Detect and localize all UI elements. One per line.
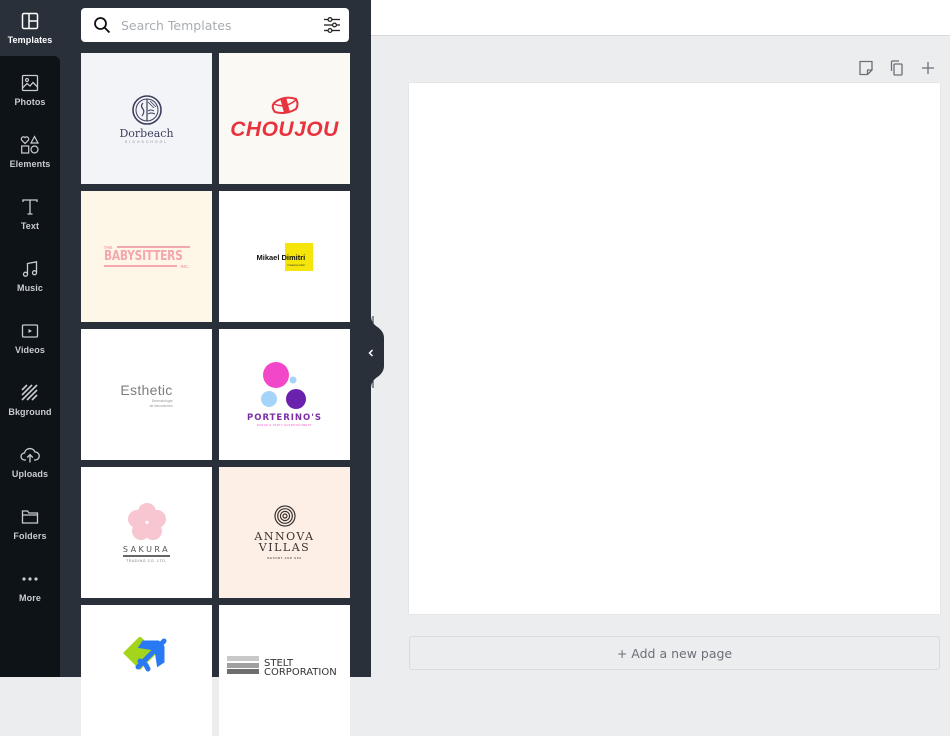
sidebar-item-folders[interactable]: Folders	[0, 496, 60, 558]
template-card[interactable]: Esthetic Dermatologie de laboratoires	[81, 329, 212, 460]
templates-panel: Dorbeach HIGHSCHOOL CHOUJOU THE BABYSITT…	[60, 0, 371, 736]
videos-icon	[19, 320, 41, 342]
sidebar-item-elements[interactable]: Elements	[0, 124, 60, 186]
template-title-line2: VILLAS	[258, 541, 311, 554]
template-title: Mikael Dimitri	[256, 252, 306, 262]
templates-icon	[19, 10, 41, 32]
design-page[interactable]	[409, 83, 940, 614]
template-subtitle: RESORT AND SPA	[267, 556, 302, 560]
sidebar-item-templates[interactable]: Templates	[0, 0, 60, 56]
template-card[interactable]: PORTERINO'S DANCE & PARTY ENTERTAINMENT	[219, 329, 350, 460]
template-card[interactable]: STELT CORPORATION	[219, 605, 350, 736]
template-title: SAKURA	[122, 545, 171, 557]
add-page-icon[interactable]	[919, 59, 937, 77]
template-card[interactable]: Dorbeach HIGHSCHOOL	[81, 53, 212, 184]
sidebar-item-label: Uploads	[11, 469, 49, 479]
sidebar-item-label: Photos	[14, 97, 46, 107]
template-card[interactable]: ANNOVA VILLAS RESORT AND SPA	[219, 467, 350, 598]
template-subtitle: TRADING CO. LTD.	[126, 559, 167, 563]
editor-topbar	[371, 0, 950, 36]
template-subtitle: Freelance Artist	[287, 263, 305, 267]
divider	[103, 265, 177, 267]
template-title: BABYSITTERS	[103, 248, 183, 264]
sidebar-item-videos[interactable]: Videos	[0, 310, 60, 372]
sidebar-item-label: Elements	[9, 159, 51, 169]
filter-icon[interactable]	[323, 16, 341, 34]
airplane-logo-icon	[122, 637, 166, 672]
sidebar-item-label: Text	[20, 221, 40, 231]
uploads-icon	[19, 444, 41, 466]
elements-icon	[19, 134, 41, 156]
search-icon	[94, 17, 111, 34]
template-title: PORTERINO'S	[247, 413, 322, 423]
search-bar	[81, 8, 349, 42]
sidebar-item-label: Videos	[15, 345, 45, 355]
chevron-left-icon	[368, 349, 374, 357]
sidebar-item-label: Bkground	[8, 407, 52, 417]
add-new-page-button[interactable]: + Add a new page	[409, 636, 940, 670]
sidebar-item-label: Folders	[13, 531, 47, 541]
template-subtitle: de laboratoires	[149, 403, 173, 408]
template-title-line2: CORPORATION	[264, 667, 337, 678]
template-card[interactable]: SAKURA TRADING CO. LTD.	[81, 467, 212, 598]
template-subtitle: Dermatologie	[151, 398, 173, 403]
sidebar-item-text[interactable]: Text	[0, 186, 60, 248]
music-icon	[19, 258, 41, 280]
template-card[interactable]	[81, 605, 212, 736]
template-card[interactable]: Mikael Dimitri Freelance Artist	[219, 191, 350, 322]
bubbles-logo-icon	[260, 362, 306, 409]
text-icon	[19, 196, 41, 218]
template-subtitle: HIGHSCHOOL	[124, 139, 169, 144]
photos-icon	[19, 72, 41, 94]
background-icon	[19, 382, 41, 404]
duplicate-page-icon[interactable]	[888, 59, 906, 77]
sakura-flower-icon	[127, 503, 166, 540]
dorbeach-logo-icon	[131, 94, 162, 125]
collapse-panel-handle[interactable]	[368, 316, 385, 388]
template-suffix: INC.	[180, 263, 190, 269]
sidebar-item-label: Templates	[7, 35, 53, 45]
sidebar-item-music[interactable]: Music	[0, 248, 60, 310]
sidebar-item-uploads[interactable]: Uploads	[0, 434, 60, 496]
add-note-icon[interactable]	[857, 59, 875, 77]
template-card[interactable]: CHOUJOU	[219, 53, 350, 184]
sidebar-item-label: More	[19, 593, 41, 603]
sidebar-item-background[interactable]: Bkground	[0, 372, 60, 434]
search-input[interactable]	[119, 16, 313, 34]
template-card[interactable]: THE BABYSITTERS INC.	[81, 191, 212, 322]
template-subtitle: DANCE & PARTY ENTERTAINMENT	[256, 424, 313, 427]
template-title: Dorbeach	[119, 126, 174, 140]
stelt-bars-icon	[227, 656, 259, 677]
sushi-logo-icon	[271, 96, 298, 114]
folders-icon	[19, 506, 41, 528]
sidebar-item-photos[interactable]: Photos	[0, 62, 60, 124]
sidebar-item-label: Music	[16, 283, 43, 293]
sidebar-item-more[interactable]: More	[0, 558, 60, 620]
sidebar-rail: Templates Photos Elements Text Music Vid…	[0, 0, 60, 677]
more-icon	[19, 568, 41, 590]
template-title: CHOUJOU	[230, 118, 339, 141]
template-title: Esthetic	[120, 381, 173, 398]
spiral-logo-icon	[273, 505, 296, 527]
